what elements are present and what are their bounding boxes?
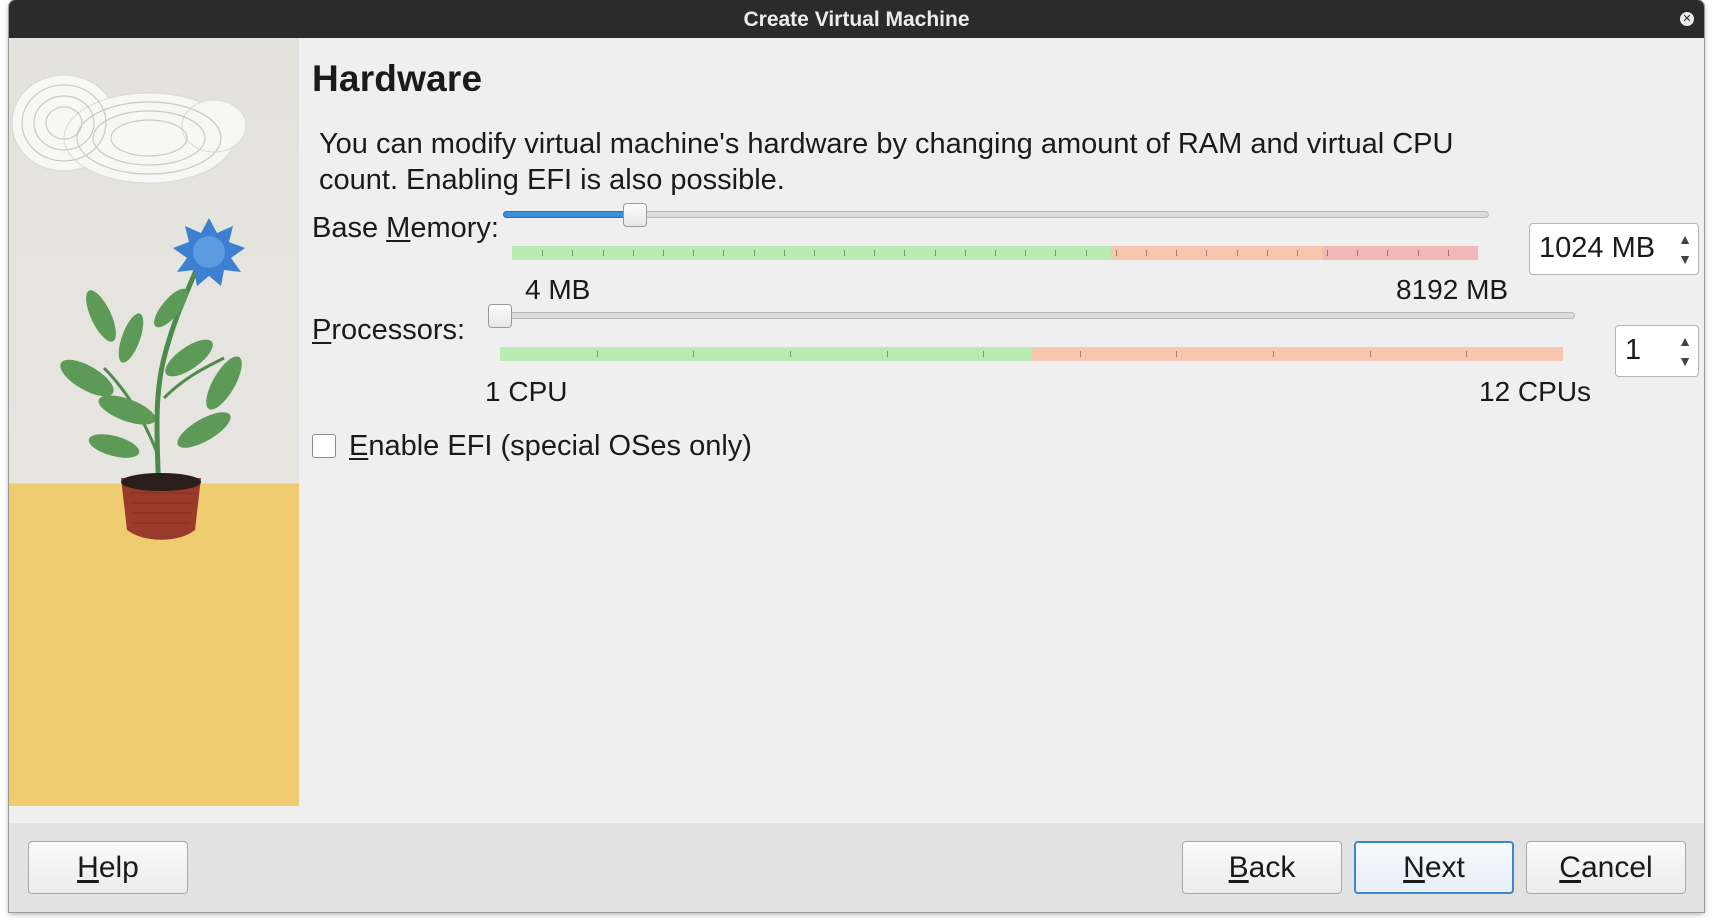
memory-scale-tick [572, 250, 574, 256]
memory-scale-segment [1110, 246, 1324, 260]
memory-scale-tick [1447, 250, 1449, 256]
memory-value[interactable]: 1024 MB [1539, 232, 1655, 265]
memory-scale-tick [934, 250, 936, 256]
flower-pot-illustration [11, 74, 247, 540]
next-button-mnemonic: N [1403, 851, 1425, 884]
wizard-illustration [9, 38, 299, 806]
spin-up-icon[interactable]: ▲ [1676, 230, 1694, 248]
memory-scale-tick [1115, 250, 1117, 256]
page-title: Hardware [312, 58, 483, 99]
cancel-button[interactable]: Cancel [1526, 841, 1686, 894]
spin-down-icon[interactable]: ▼ [1676, 250, 1694, 268]
processors-scale-tick [886, 351, 888, 357]
processors-value[interactable]: 1 [1625, 334, 1641, 367]
efi-checkbox[interactable] [312, 434, 336, 458]
back-button-label: ack [1248, 851, 1296, 884]
back-button[interactable]: Back [1182, 841, 1342, 894]
processors-scale-segment [500, 347, 1032, 361]
dialog-window: Create Virtual Machine ✕ Hardware You ca… [9, 0, 1704, 912]
next-button[interactable]: Next [1354, 841, 1514, 894]
memory-scale-tick [1085, 250, 1087, 256]
efi-label-mnemonic: E [349, 430, 369, 462]
memory-label-prefix: Base [312, 212, 387, 244]
processors-scale-tick [1273, 351, 1275, 357]
processors-recommended-scale [500, 347, 1563, 361]
memory-scale-tick [1296, 250, 1298, 256]
memory-scale-tick [995, 250, 996, 256]
memory-scale-tick [632, 250, 634, 256]
memory-spinbox[interactable]: 1024 MB ▲ ▼ [1529, 223, 1699, 275]
processors-label-suffix: rocessors: [331, 314, 466, 346]
memory-slider-track[interactable] [503, 211, 1489, 218]
memory-scale-tick [1417, 250, 1419, 256]
processors-min-label: 1 CPU [485, 376, 568, 407]
memory-scale-tick [1327, 250, 1329, 256]
memory-label: Base Memory: [312, 212, 499, 245]
memory-scale-tick [753, 250, 755, 256]
memory-scale-tick [1266, 250, 1268, 256]
cancel-button-mnemonic: C [1559, 851, 1581, 884]
processors-scale-tick [1176, 351, 1178, 357]
processors-spinbox[interactable]: 1 ▲ ▼ [1615, 325, 1699, 377]
processors-max-label: 12 CPUs [1479, 376, 1592, 407]
memory-label-mnemonic: M [386, 212, 411, 244]
processors-scale-tick [1079, 351, 1081, 357]
help-button[interactable]: Help [28, 841, 188, 894]
memory-scale-tick [1387, 250, 1389, 256]
hardware-page: Hardware You can modify virtual machine'… [299, 38, 1704, 823]
processors-slider[interactable] [488, 304, 1575, 328]
processors-scale-tick [1369, 351, 1371, 357]
processors-slider-track[interactable] [488, 312, 1575, 319]
memory-slider-fill [503, 211, 635, 218]
help-button-label: elp [98, 851, 139, 884]
cancel-button-label: ancel [1580, 851, 1653, 884]
close-icon[interactable]: ✕ [1680, 12, 1694, 26]
processors-slider-handle[interactable] [488, 304, 512, 328]
memory-scale-tick [1055, 250, 1057, 256]
memory-scale-tick [844, 250, 846, 256]
memory-recommended-scale [512, 246, 1478, 260]
processors-scale-tick [983, 351, 985, 357]
button-bar: Help Back Next Cancel [9, 823, 1704, 912]
memory-scale-tick [602, 250, 604, 256]
spin-up-icon[interactable]: ▲ [1676, 332, 1694, 350]
window-title: Create Virtual Machine [743, 8, 970, 31]
spin-down-icon[interactable]: ▼ [1676, 352, 1694, 370]
processors-scale-tick [596, 351, 598, 357]
memory-scale-segment [1323, 246, 1478, 260]
efi-label-suffix: nable EFI (special OSes only) [368, 430, 752, 462]
memory-max-label: 8192 MB [1396, 274, 1509, 305]
efi-label[interactable]: Enable EFI (special OSes only) [349, 430, 752, 463]
memory-slider-handle[interactable] [623, 203, 647, 227]
processors-label: Processors: [312, 314, 465, 347]
next-button-label: ext [1424, 851, 1465, 884]
page-description: You can modify virtual machine's hardwar… [319, 128, 1454, 196]
memory-label-suffix: emory: [410, 212, 499, 244]
memory-scale-tick [874, 250, 876, 256]
memory-scale-tick [1176, 250, 1178, 256]
processors-scale-tick [789, 351, 791, 357]
memory-scale-tick [542, 250, 544, 256]
memory-scale-tick [783, 250, 785, 256]
memory-scale-tick [1236, 250, 1238, 256]
memory-min-label: 4 MB [525, 274, 591, 305]
help-button-mnemonic: H [77, 851, 99, 884]
memory-scale-tick [1206, 250, 1208, 256]
back-button-mnemonic: B [1228, 851, 1249, 884]
processors-label-mnemonic: P [312, 314, 332, 346]
processors-scale-segment [1031, 347, 1563, 361]
memory-scale-tick [662, 250, 664, 256]
memory-scale-tick [964, 250, 966, 256]
title-bar: Create Virtual Machine ✕ [9, 0, 1704, 38]
processors-scale-tick [693, 351, 695, 357]
memory-scale-tick [1357, 250, 1359, 256]
memory-scale-tick [1145, 250, 1147, 256]
memory-scale-tick [813, 250, 815, 256]
memory-scale-tick [723, 250, 725, 256]
memory-scale-tick [904, 250, 906, 256]
memory-slider[interactable] [503, 203, 1489, 227]
memory-scale-tick [693, 250, 695, 256]
memory-scale-tick [1025, 250, 1027, 256]
processors-scale-tick [1466, 351, 1468, 357]
